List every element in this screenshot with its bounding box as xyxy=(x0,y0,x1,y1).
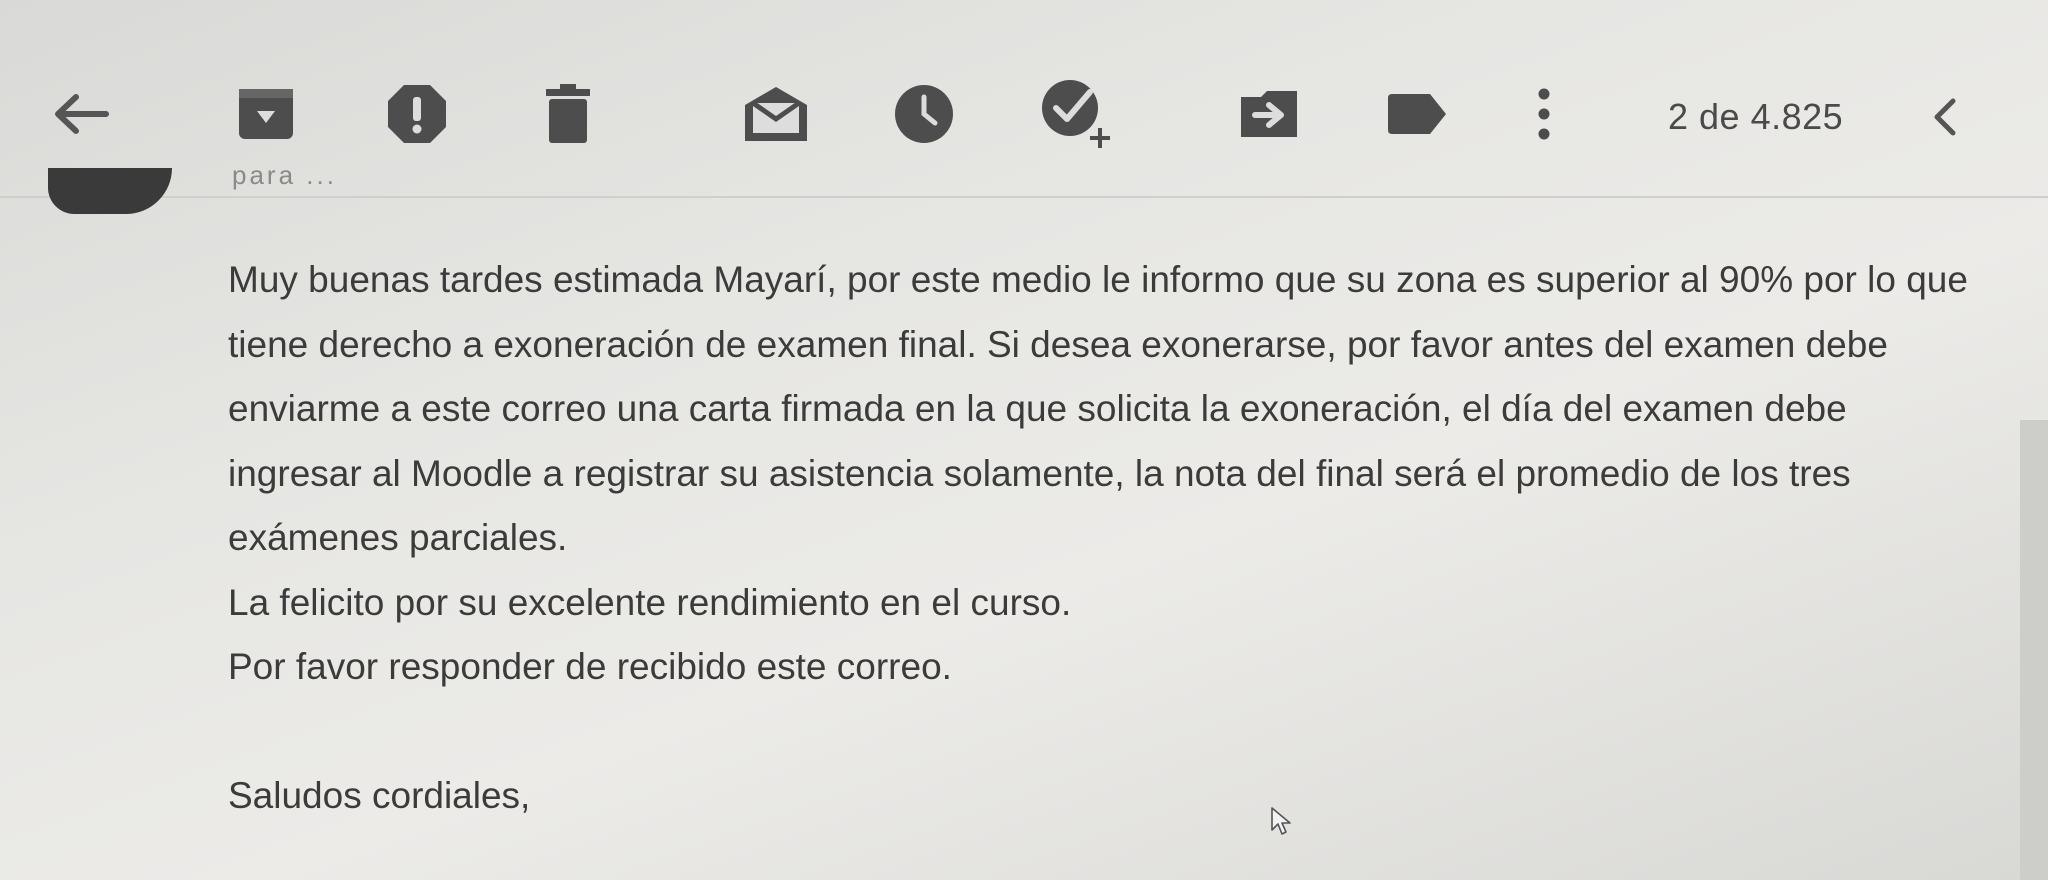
message-paragraph: Muy buenas tardes estimada Mayarí, por e… xyxy=(228,259,1968,558)
labels-icon[interactable] xyxy=(1381,78,1453,150)
message-line: La felicito por su excelente rendimiento… xyxy=(228,581,1072,623)
report-spam-icon[interactable] xyxy=(381,78,453,150)
add-to-tasks-icon[interactable] xyxy=(1040,78,1112,150)
back-arrow-icon[interactable] xyxy=(44,78,116,150)
delete-icon[interactable] xyxy=(532,78,604,150)
scrollbar[interactable] xyxy=(2020,420,2048,880)
message-toolbar: 2 de 4.825 xyxy=(0,60,2048,170)
message-body: Muy buenas tardes estimada Mayarí, por e… xyxy=(228,248,1968,829)
recipient-line: para ... xyxy=(232,160,337,190)
chevron-left-icon[interactable] xyxy=(1920,92,1970,142)
archive-icon[interactable] xyxy=(230,78,302,150)
pagination-count: 2 de 4.825 xyxy=(1668,96,1844,137)
mouse-pointer-icon xyxy=(1270,806,1292,841)
move-to-icon[interactable] xyxy=(1233,78,1305,150)
more-vert-icon[interactable] xyxy=(1508,78,1580,150)
message-line: Por favor responder de recibido este cor… xyxy=(228,646,952,687)
header-divider xyxy=(0,196,2048,198)
message-signoff: Saludos cordiales, xyxy=(228,775,531,816)
mark-unread-icon[interactable] xyxy=(740,78,812,150)
avatar[interactable] xyxy=(48,168,172,214)
snooze-icon[interactable] xyxy=(888,78,960,150)
